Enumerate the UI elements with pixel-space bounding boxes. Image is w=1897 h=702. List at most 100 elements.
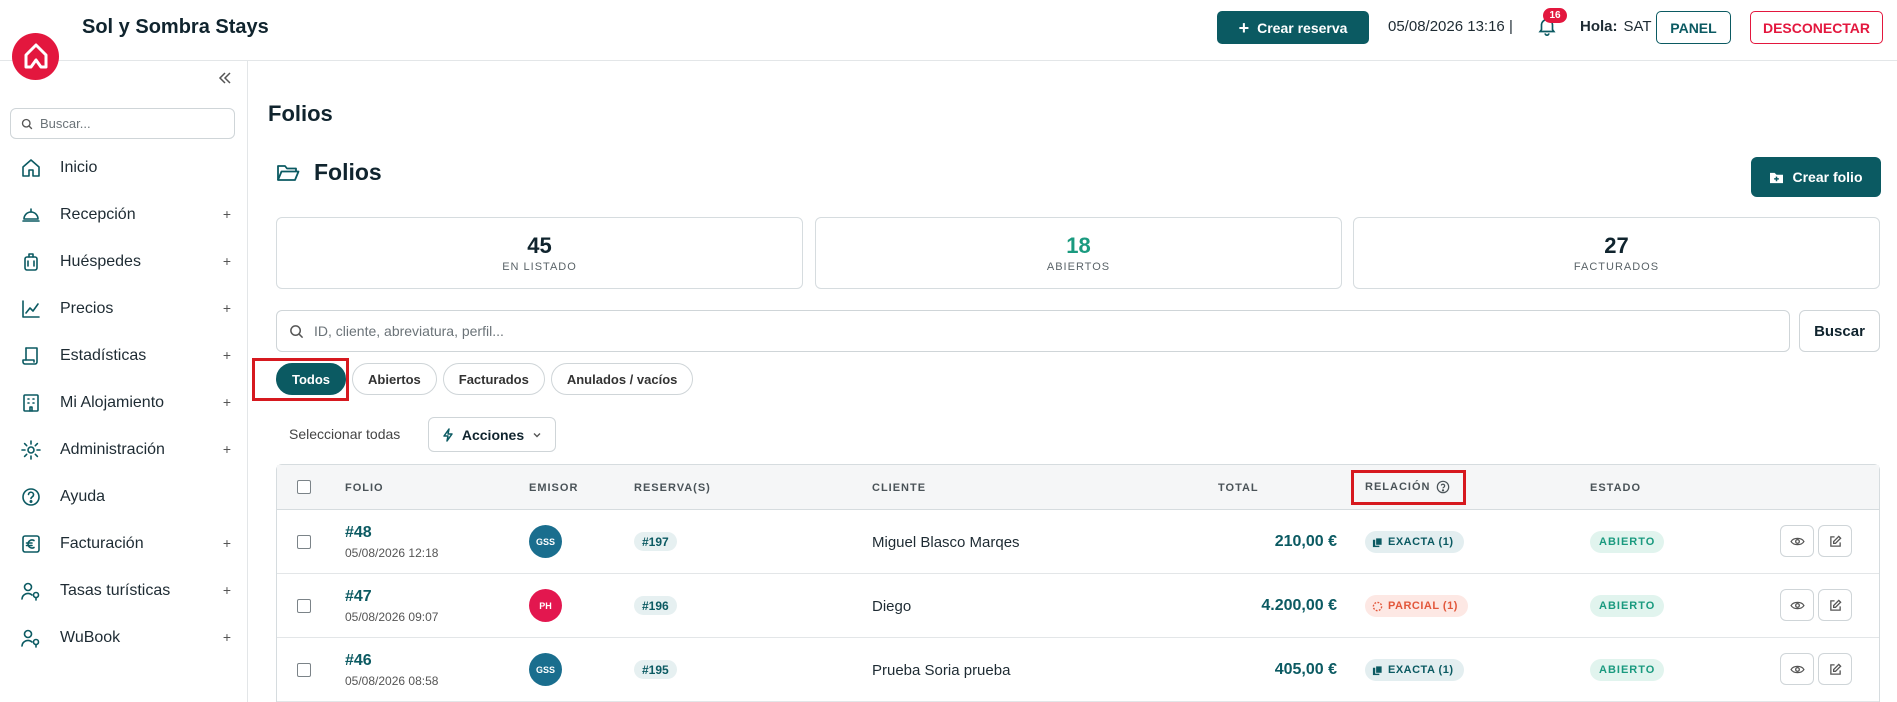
sidebar-search-input[interactable] (40, 116, 220, 131)
col-reservas: RESERVA(S) (634, 482, 711, 494)
scroll-icon (20, 345, 42, 367)
col-total: TOTAL (1218, 482, 1259, 494)
folio-number[interactable]: #48 (345, 524, 372, 542)
crear-folio-label: Crear folio (1792, 169, 1863, 185)
page-title: Folios (268, 101, 333, 126)
cliente-name: Prueba Soria prueba (872, 662, 1011, 679)
expand-plus-icon[interactable]: + (223, 347, 231, 363)
collapse-sidebar-icon[interactable] (217, 70, 233, 86)
relacion-badge: PARCIAL (1) (1365, 595, 1468, 617)
crear-folio-button[interactable]: Crear folio (1751, 157, 1881, 197)
table-row: #47 05/08/2026 09:07 PH #196 Diego 4.200,00 €… (277, 574, 1879, 638)
view-button[interactable] (1780, 525, 1814, 557)
sidebar-item-estadísticas[interactable]: Estadísticas + (0, 332, 247, 379)
estado-badge: ABIERTO (1590, 531, 1665, 553)
filter-facturados[interactable]: Facturados (442, 363, 545, 395)
buscar-button[interactable]: Buscar (1799, 310, 1880, 352)
col-folio: FOLIO (345, 482, 384, 494)
reserva-badge[interactable]: #195 (634, 660, 677, 679)
sidebar-item-ayuda[interactable]: Ayuda (0, 473, 247, 520)
table-row: #48 05/08/2026 12:18 GSS #197 Miguel Blasco … (277, 510, 1879, 574)
sidebar-item-mi-alojamiento[interactable]: Mi Alojamiento + (0, 379, 247, 426)
expand-plus-icon[interactable]: + (223, 253, 231, 269)
sidebar-item-label: WuBook (60, 628, 121, 646)
sidebar-item-label: Tasas turísticas (60, 581, 171, 599)
folio-number[interactable]: #47 (345, 588, 372, 606)
expand-plus-icon[interactable]: + (223, 535, 231, 551)
greeting: Hola: SAT (1580, 18, 1652, 35)
desconectar-button[interactable]: DESCONECTAR (1750, 11, 1883, 44)
expand-plus-icon[interactable]: + (223, 394, 231, 410)
sidebar-search[interactable] (10, 108, 235, 139)
copy-icon (1372, 664, 1383, 675)
edit-button[interactable] (1818, 589, 1852, 621)
search-icon (21, 118, 33, 129)
sidebar-item-precios[interactable]: Precios + (0, 285, 247, 332)
acciones-dropdown[interactable]: Acciones (428, 417, 556, 452)
sidebar-item-administración[interactable]: Administración + (0, 426, 247, 473)
emisor-avatar: GSS (529, 653, 562, 686)
building-icon (20, 392, 42, 414)
reserva-badge[interactable]: #197 (634, 532, 677, 551)
col-emisor: EMISOR (529, 482, 579, 494)
expand-plus-icon[interactable]: + (223, 582, 231, 598)
total-amount: 4.200,00 € (1261, 597, 1337, 614)
folio-date: 05/08/2026 12:18 (345, 546, 439, 560)
folder-open-icon (277, 164, 300, 181)
sidebar-item-inicio[interactable]: Inicio (0, 144, 247, 191)
view-button[interactable] (1780, 589, 1814, 621)
sidebar-item-wubook[interactable]: WuBook + (0, 614, 247, 661)
col-cliente: CLIENTE (872, 482, 927, 494)
reserva-badge[interactable]: #196 (634, 596, 677, 615)
relacion-label: EXACTA (1) (1388, 536, 1454, 548)
panel-button[interactable]: PANEL (1656, 11, 1731, 44)
folio-number[interactable]: #46 (345, 652, 372, 670)
app-logo[interactable] (12, 33, 59, 80)
edit-button[interactable] (1818, 653, 1852, 685)
select-all-checkbox[interactable] (297, 480, 311, 494)
estado-badge: ABIERTO (1590, 659, 1665, 681)
stat-label: EN LISTADO (502, 261, 577, 273)
sidebar-item-recepción[interactable]: Recepción + (0, 191, 247, 238)
stat-label: ABIERTOS (1046, 261, 1111, 273)
crear-reserva-label: Crear reserva (1257, 19, 1348, 36)
sidebar-item-tasas-turísticas[interactable]: Tasas turísticas + (0, 567, 247, 614)
crear-reserva-button[interactable]: + Crear reserva (1217, 11, 1369, 44)
filter-abiertos[interactable]: Abiertos (352, 363, 437, 395)
acciones-label: Acciones (461, 426, 525, 443)
relacion-badge: EXACTA (1) (1365, 659, 1464, 681)
sidebar-item-label: Administración (60, 440, 165, 458)
folder-plus-icon (1770, 172, 1784, 183)
folio-search-input[interactable] (314, 323, 1714, 339)
row-checkbox[interactable] (297, 663, 311, 677)
folio-date: 05/08/2026 08:58 (345, 674, 439, 688)
luggage-icon (20, 251, 42, 273)
emisor-avatar: GSS (529, 525, 562, 558)
stat-facturados: 27 FACTURADOS (1353, 217, 1880, 289)
table-row: #46 05/08/2026 08:58 GSS #195 Prueba Soria p… (277, 638, 1879, 702)
sidebar-item-label: Mi Alojamiento (60, 393, 165, 411)
table-body: #48 05/08/2026 12:18 GSS #197 Miguel Blasco … (277, 510, 1879, 702)
sidebar-item-label: Facturación (60, 534, 144, 552)
estado-badge: ABIERTO (1590, 595, 1665, 617)
row-checkbox[interactable] (297, 535, 311, 549)
sidebar: InicioRecepción+Huéspedes+Precios+Estadí… (0, 61, 248, 702)
top-bar: Sol y Sombra Stays + Crear reserva 05/08… (0, 0, 1897, 61)
expand-plus-icon[interactable]: + (223, 441, 231, 457)
view-button[interactable] (1780, 653, 1814, 685)
expand-plus-icon[interactable]: + (223, 300, 231, 316)
expand-plus-icon[interactable]: + (223, 629, 231, 645)
row-checkbox[interactable] (297, 599, 311, 613)
total-amount: 210,00 € (1274, 533, 1337, 550)
highlight-box (1351, 470, 1466, 505)
sidebar-item-label: Estadísticas (60, 346, 147, 364)
edit-icon (1829, 534, 1842, 547)
filter-anulados[interactable]: Anulados / vacíos (550, 363, 694, 395)
edit-button[interactable] (1818, 525, 1852, 557)
lightning-icon (443, 427, 453, 442)
folio-search[interactable] (276, 310, 1790, 352)
sidebar-item-facturación[interactable]: Facturación + (0, 520, 247, 567)
sidebar-item-huéspedes[interactable]: Huéspedes + (0, 238, 247, 285)
select-all-link[interactable]: Seleccionar todas (289, 426, 400, 442)
expand-plus-icon[interactable]: + (223, 206, 231, 222)
